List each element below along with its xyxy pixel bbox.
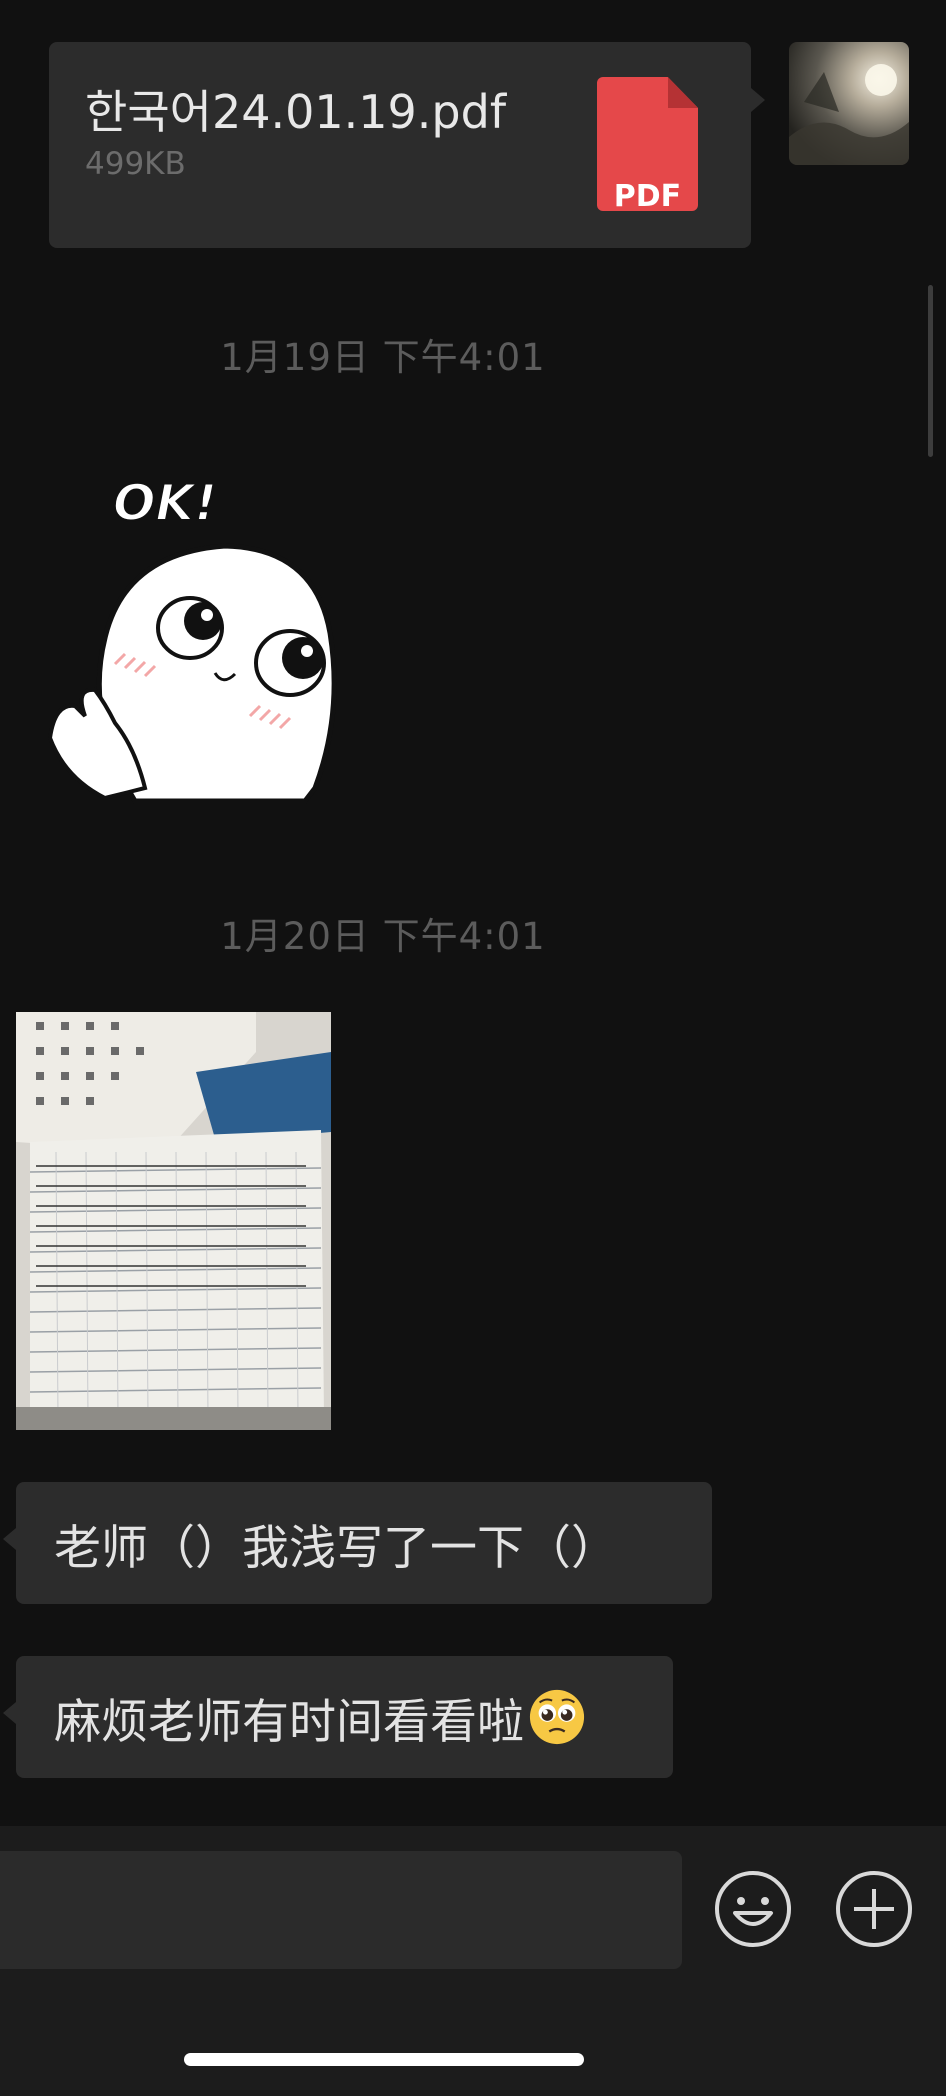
avatar-image	[789, 64, 909, 165]
file-name: 한국어24.01.19.pdf	[85, 85, 507, 139]
pdf-icon-label: PDF	[613, 179, 682, 214]
file-size: 499KB	[85, 146, 186, 182]
timestamp: 1月20日 下午4:01	[220, 915, 546, 958]
timestamp: 1月19日 下午4:01	[220, 336, 546, 379]
photo-image	[16, 1012, 331, 1430]
message-text: 麻烦老师有时间看看啦	[54, 1694, 524, 1750]
sticker-text: OK!	[113, 474, 217, 532]
pleading-face-icon	[529, 1689, 585, 1745]
home-indicator[interactable]	[184, 2053, 584, 2066]
self-avatar[interactable]	[789, 42, 909, 165]
message-bubble[interactable]: 老师（）我浅写了一下（）	[3, 1482, 712, 1604]
message-input[interactable]	[0, 1851, 682, 1969]
handwriting-photo[interactable]	[16, 1012, 331, 1430]
file-message-card[interactable]: 한국어24.01.19.pdf 499KB PDF	[49, 42, 765, 248]
smiley-icon	[715, 1871, 791, 1947]
plus-button[interactable]	[834, 1869, 914, 1953]
emoji-button[interactable]	[713, 1869, 793, 1953]
message-text: 老师（）我浅写了一下（）	[54, 1520, 618, 1576]
scrollbar[interactable]	[928, 285, 933, 457]
message-bubble[interactable]: 麻烦老师有时间看看啦	[3, 1656, 673, 1778]
plus-icon	[836, 1871, 912, 1947]
sticker-image: OK!	[47, 473, 337, 804]
ok-sticker[interactable]: OK!	[45, 468, 385, 808]
